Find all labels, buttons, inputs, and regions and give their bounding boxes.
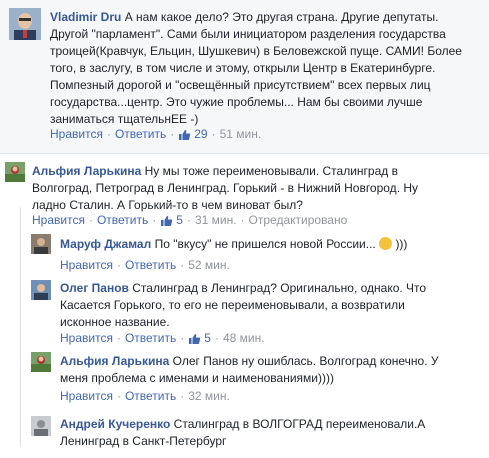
dot-separator: · [116, 331, 121, 345]
like-count[interactable]: 29 [194, 127, 207, 141]
avatar[interactable] [31, 280, 51, 300]
like-link[interactable]: Нравится [60, 389, 113, 403]
timestamp[interactable]: 48 мин. [223, 331, 265, 345]
dot-separator: · [211, 127, 216, 141]
timestamp[interactable]: 52 мин. [188, 258, 230, 272]
comment-vladimir-dru: Vladimir Dru А нам какое дело? Это друга… [0, 0, 489, 154]
dot-separator: · [170, 127, 175, 141]
like-count[interactable]: 5 [176, 213, 183, 227]
reply-thread-line [20, 207, 21, 447]
like-link[interactable]: Нравится [50, 127, 103, 141]
dot-separator: · [180, 258, 185, 272]
avatar[interactable] [31, 234, 51, 254]
comment-author-link[interactable]: Андрей Кучеренко [60, 417, 170, 431]
reply-link[interactable]: Ответить [125, 331, 176, 345]
like-count[interactable]: 5 [204, 331, 211, 345]
dot-separator: · [116, 258, 121, 272]
reply-body: Андрей Кучеренко Сталинград в ВОЛГОГРАД … [60, 416, 450, 450]
avatar[interactable] [9, 8, 41, 40]
comment-author-link[interactable]: Vladimir Dru [50, 10, 121, 24]
comment-body: Альфия Ларькина Ну мы тоже переименовыва… [32, 163, 452, 214]
comment-author-link[interactable]: Олег Панов [60, 281, 129, 295]
reply-body: Альфия Ларькина Олег Панов ну ошиблась. … [60, 353, 460, 387]
comment-actions: Нравится · Ответить · 29 · 51 мин. [50, 127, 261, 141]
comment-actions: Нравится · Ответить · 32 мин. [60, 389, 230, 403]
thumbs-up-icon [189, 333, 201, 344]
timestamp[interactable]: 32 мин. [188, 389, 230, 403]
comment-text-tail: ))) [395, 237, 408, 251]
dot-separator: · [214, 331, 219, 345]
timestamp[interactable]: 51 мин. [220, 127, 262, 141]
reply-body: Маруф Джамал По "вкусу" не пришелся ново… [60, 236, 460, 253]
comment-author-link[interactable]: Маруф Джамал [60, 237, 151, 251]
dot-separator: · [88, 213, 93, 227]
reply-link[interactable]: Ответить [97, 213, 148, 227]
comment-text: По "вкусу" не пришелся новой России... [154, 237, 376, 251]
edited-label[interactable]: Отредактировано [249, 213, 348, 227]
reply-body: Олег Панов Сталинград в Ленинград? Ориги… [60, 280, 440, 331]
dot-separator: · [180, 331, 185, 345]
dot-separator: · [116, 389, 121, 403]
dot-separator: · [180, 389, 185, 403]
thumbs-up-icon [179, 129, 191, 140]
comment-author-link[interactable]: Альфия Ларькина [32, 164, 141, 178]
reply-link[interactable]: Ответить [125, 389, 176, 403]
reply-link[interactable]: Ответить [115, 127, 166, 141]
like-link[interactable]: Нравится [60, 331, 113, 345]
comment-text: А нам какое дело? Это другая страна. Дру… [50, 10, 462, 126]
comment-actions: Нравится · Ответить · 5 · 48 мин. [60, 331, 265, 345]
comment-actions: Нравится · Ответить · 52 мин. [60, 258, 230, 272]
avatar[interactable] [31, 416, 51, 436]
reply-link[interactable]: Ответить [125, 258, 176, 272]
timestamp[interactable]: 31 мин. [195, 213, 237, 227]
dot-separator: · [152, 213, 157, 227]
avatar[interactable] [31, 352, 51, 372]
avatar[interactable] [5, 162, 25, 182]
like-link[interactable]: Нравится [60, 258, 113, 272]
dot-separator: · [186, 213, 191, 227]
comment-body: Vladimir Dru А нам какое дело? Это друга… [50, 9, 470, 128]
thumbs-up-icon [161, 215, 173, 226]
like-link[interactable]: Нравится [32, 213, 85, 227]
smiley-emoji-icon [379, 237, 393, 250]
comment-actions: Нравится · Ответить · 5 · 31 мин. · Отре… [32, 213, 347, 227]
dot-separator: · [106, 127, 111, 141]
comment-author-link[interactable]: Альфия Ларькина [60, 354, 169, 368]
dot-separator: · [240, 213, 245, 227]
